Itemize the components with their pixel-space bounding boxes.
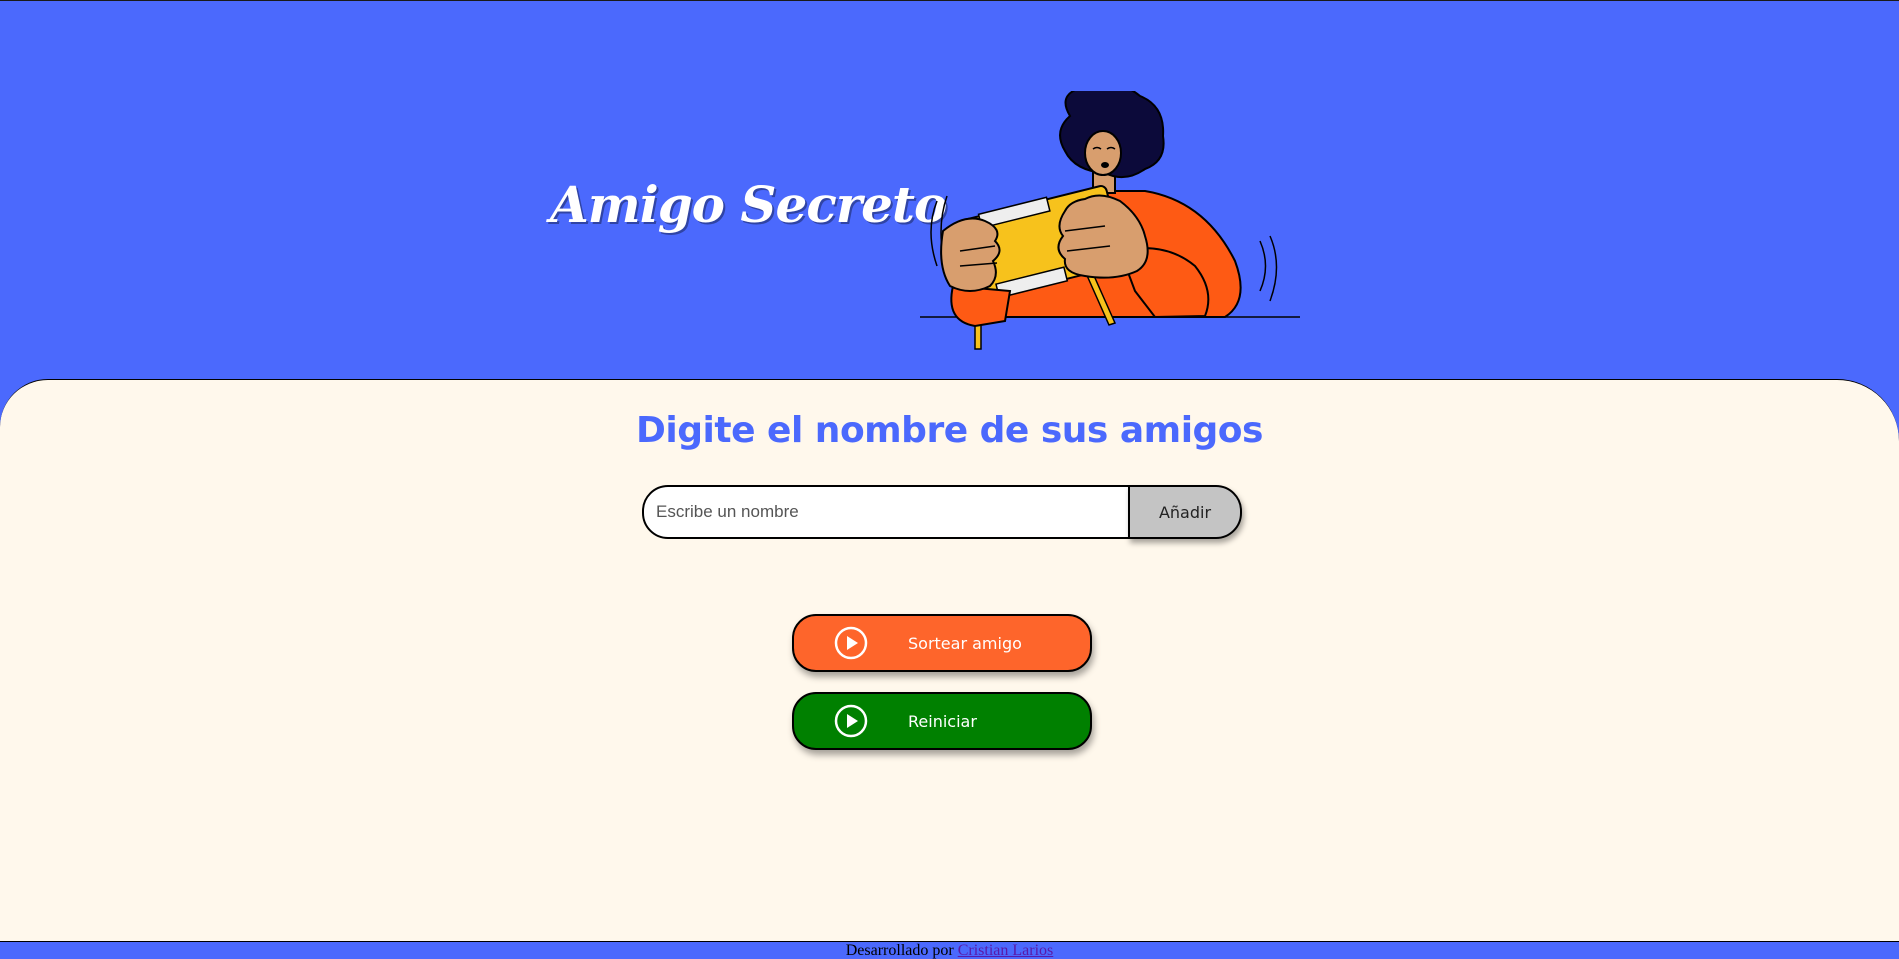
draw-friend-button[interactable]: Sortear amigo xyxy=(792,614,1092,672)
author-link[interactable]: Cristian Larios xyxy=(958,942,1054,959)
header-banner: Amigo Secreto xyxy=(0,1,1899,381)
footer: Desarrollado por Cristian Larios xyxy=(0,941,1899,959)
draw-friend-label: Sortear amigo xyxy=(908,633,1022,653)
play-circle-icon xyxy=(834,704,868,738)
section-heading: Digite el nombre de sus amigos xyxy=(636,410,1263,451)
name-input[interactable] xyxy=(642,485,1130,539)
name-input-group: Añadir xyxy=(642,485,1242,539)
friends-list xyxy=(642,560,1242,580)
gamer-illustration xyxy=(920,91,1300,350)
app-title: Amigo Secreto xyxy=(550,175,947,234)
reset-label: Reiniciar xyxy=(908,711,977,731)
reset-button[interactable]: Reiniciar xyxy=(792,692,1092,750)
page: Amigo Secreto Digite el nombre de sus am… xyxy=(0,0,1899,959)
add-button[interactable]: Añadir xyxy=(1128,485,1242,539)
play-circle-icon xyxy=(834,626,868,660)
main-panel: Digite el nombre de sus amigos Añadir So… xyxy=(0,379,1899,941)
footer-credit-text: Desarrollado por xyxy=(845,942,954,959)
